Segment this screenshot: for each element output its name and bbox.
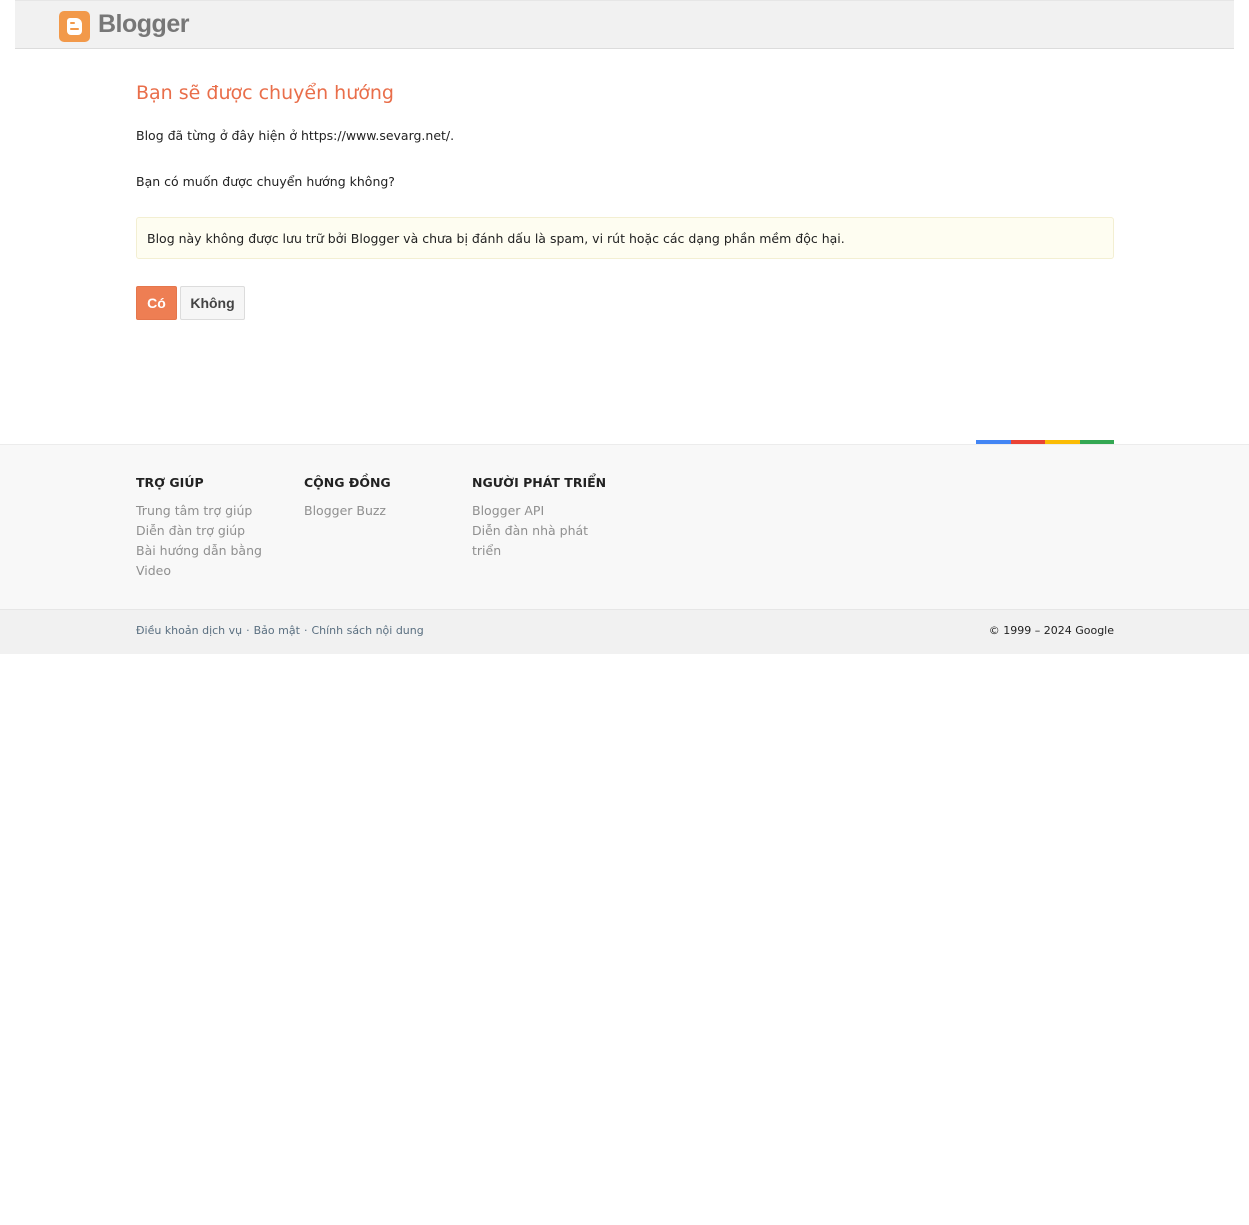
footer-column-help: TRỢ GIÚP Trung tâm trợ giúp Diễn đàn trợ… — [136, 473, 276, 581]
moved-message: Blog đã từng ở đây hiện ở https://www.se… — [136, 128, 455, 143]
footer-heading-developers: NGƯỜI PHÁT TRIỂN — [472, 475, 607, 490]
link-help-center[interactable]: Trung tâm trợ giúp — [136, 501, 276, 521]
link-developer-forum[interactable]: Diễn đàn nhà phát triển — [472, 521, 602, 561]
link-privacy[interactable]: Bảo mật — [254, 624, 300, 637]
legal-links: Điều khoản dịch vụ · Bảo mật · Chính sách nộ… — [136, 624, 424, 637]
blogger-logo-text[interactable]: Blogger — [98, 10, 189, 39]
link-blogger-api[interactable]: Blogger API — [472, 501, 602, 521]
footer-column-community: CỘNG ĐỒNG Blogger Buzz — [304, 473, 444, 521]
link-content-policy[interactable]: Chính sách nội dung — [311, 624, 423, 637]
no-button[interactable]: Không — [180, 286, 245, 320]
redirect-question: Bạn có muốn được chuyển hướng không? — [136, 174, 395, 189]
link-help-forum[interactable]: Diễn đàn trợ giúp — [136, 521, 276, 541]
subfooter: Điều khoản dịch vụ · Bảo mật · Chính sách nộ… — [0, 609, 1249, 654]
link-terms-of-service[interactable]: Điều khoản dịch vụ — [136, 624, 242, 637]
copyright: © 1999 – 2024 Google — [988, 624, 1114, 637]
redirect-panel: Bạn sẽ được chuyển hướng Blog đã từng ở … — [136, 78, 1114, 320]
footer-heading-community: CỘNG ĐỒNG — [304, 475, 391, 490]
yes-button[interactable]: Có — [136, 286, 177, 320]
page-title: Bạn sẽ được chuyển hướng — [136, 82, 394, 104]
safety-notice: Blog này không được lưu trữ bởi Blogger … — [136, 217, 1114, 259]
separator: · — [246, 624, 250, 637]
footer-heading-help: TRỢ GIÚP — [136, 475, 204, 490]
link-blogger-buzz[interactable]: Blogger Buzz — [304, 501, 444, 521]
link-video-tutorials[interactable]: Bài hướng dẫn bằng Video — [136, 541, 276, 581]
blogger-logo-icon[interactable] — [59, 11, 90, 42]
separator: · — [303, 624, 308, 637]
footer-column-developers: NGƯỜI PHÁT TRIỂN Blogger API Diễn đàn nh… — [472, 473, 606, 561]
site-header: Blogger — [15, 0, 1234, 49]
footer: TRỢ GIÚP Trung tâm trợ giúp Diễn đàn trợ… — [0, 444, 1249, 609]
